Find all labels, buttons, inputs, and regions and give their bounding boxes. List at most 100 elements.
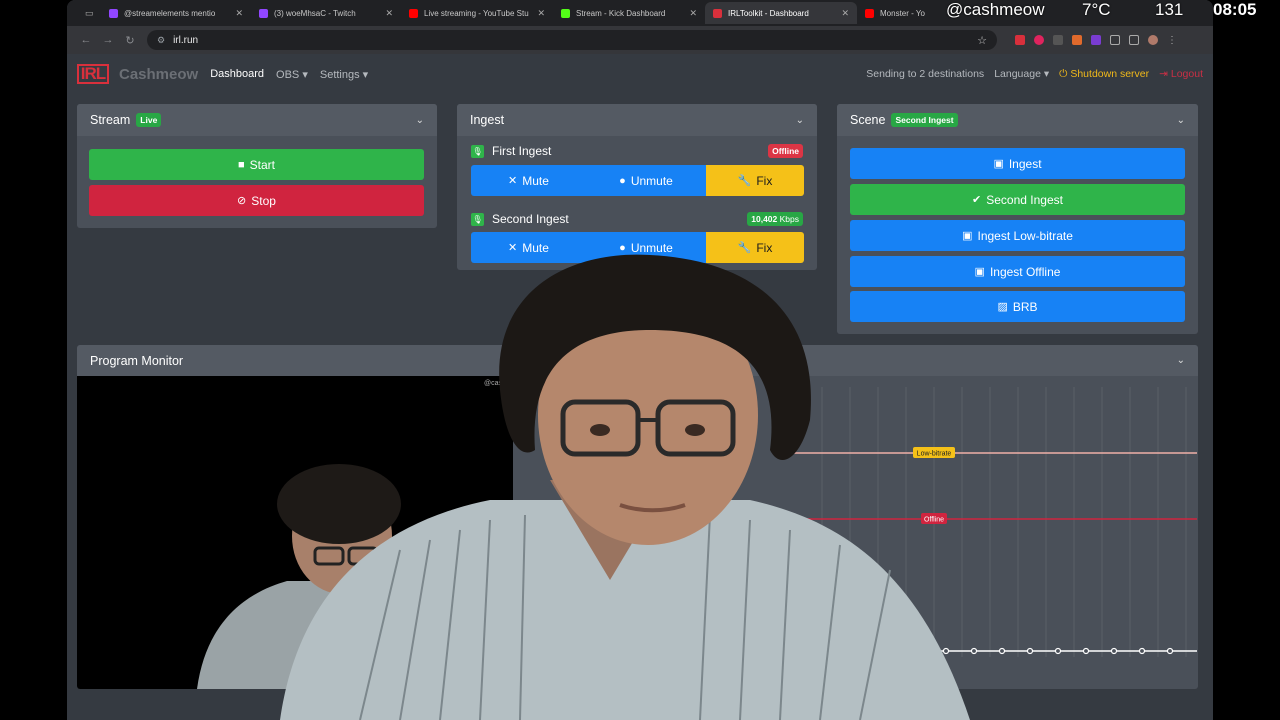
wrench-icon: 🔧 [737, 175, 752, 187]
tab-youtube[interactable]: Live streaming - YouTube Stu ✕ [401, 2, 553, 24]
overlay-temperature: 7°C [1082, 0, 1111, 19]
scene-label: BRB [1012, 299, 1038, 314]
ingest-name: Second Ingest [492, 212, 569, 226]
start-button[interactable]: ■ Start [89, 149, 424, 180]
video-slash-icon: ⊘ [237, 195, 247, 207]
scene-label: Second Ingest [986, 192, 1063, 207]
chevron-down-icon[interactable]: ⌄ [1177, 115, 1185, 126]
navbar: IRL Cashmeow Dashboard OBS ▾ Settings ▾ … [67, 54, 1213, 94]
status-badge: Live [136, 113, 162, 127]
close-icon[interactable]: ✕ [377, 8, 393, 19]
shutdown-label: Shutdown server [1070, 67, 1150, 80]
extension-icon[interactable] [1015, 35, 1025, 45]
stream-card-header[interactable]: Stream Live ⌄ [77, 104, 437, 136]
caret-down-icon: ▾ [302, 68, 308, 81]
scene-button-second-ingest[interactable]: ✔ Second Ingest [850, 184, 1185, 215]
nav-settings[interactable]: Settings ▾ [320, 68, 368, 81]
tab-title: (3) woeMhsaC - Twitch [274, 8, 356, 18]
robot-icon: ▣ [993, 158, 1004, 170]
extension-icon[interactable] [1053, 35, 1063, 45]
bitrate-value: 10,402 [751, 214, 778, 224]
card-title: Stream [90, 113, 131, 127]
nav-obs[interactable]: OBS ▾ [276, 68, 308, 81]
nav-dashboard[interactable]: Dashboard [210, 68, 264, 80]
tab-group-icon[interactable]: ▭ [77, 2, 101, 24]
menu-kebab-icon[interactable]: ⋮ [1167, 35, 1177, 46]
scene-label: Ingest Low-bitrate [977, 228, 1073, 243]
webcam-person-image [280, 254, 970, 720]
ingest-card: Ingest ⌄ 🎙 First Ingest Offline ✕ Mute ● U… [457, 104, 817, 270]
navbar-right: Sending to 2 destinations Language ▾ ⏻ S… [866, 68, 1203, 81]
close-icon[interactable]: ✕ [529, 8, 545, 19]
reload-icon[interactable]: ↻ [119, 34, 141, 47]
power-icon: ⏻ [1059, 67, 1068, 80]
robot-icon: ▣ [962, 230, 973, 242]
language-label: Language [994, 68, 1041, 80]
close-icon[interactable]: ✕ [227, 8, 243, 19]
logout-icon: ⇥ [1159, 68, 1168, 80]
card-title: Program Monitor [90, 353, 184, 368]
language-dropdown[interactable]: Language ▾ [994, 68, 1049, 80]
twitch-icon [259, 8, 268, 18]
irltoolkit-icon [713, 8, 722, 18]
back-icon[interactable]: ← [75, 34, 97, 46]
scene-label: Ingest [1008, 156, 1042, 171]
fix-label: Fix [756, 173, 773, 188]
extension-icon[interactable] [1072, 35, 1082, 45]
close-icon[interactable]: ✕ [681, 8, 697, 19]
close-icon[interactable]: ✕ [833, 8, 849, 19]
ingest-card-header[interactable]: Ingest ⌄ [457, 104, 817, 136]
chevron-down-icon[interactable]: ⌄ [416, 115, 424, 126]
tab-twitch[interactable]: (3) woeMhsaC - Twitch ✕ [251, 2, 401, 24]
ingest-name: First Ingest [492, 144, 552, 158]
chevron-down-icon[interactable]: ⌄ [1177, 355, 1185, 366]
caret-down-icon: ▾ [1043, 68, 1050, 80]
overlay-count: 131 [1155, 0, 1184, 19]
mute-button[interactable]: ✕ Mute [471, 165, 586, 196]
tab-title: Stream - Kick Dashboard [576, 8, 666, 18]
tab-streamelements[interactable]: @streamelements mentio ✕ [101, 2, 251, 24]
overlay-time: 08:05 [1213, 0, 1257, 19]
tab-irltoolkit[interactable]: IRLToolkit - Dashboard ✕ [705, 2, 857, 24]
scene-card-header[interactable]: Scene Second Ingest ⌄ [837, 104, 1198, 136]
stop-label: Stop [251, 193, 276, 208]
extensions-puzzle-icon[interactable] [1110, 35, 1120, 45]
extension-icon[interactable] [1034, 35, 1044, 45]
scene-button-ingest[interactable]: ▣ Ingest [850, 148, 1185, 179]
scene-label: Ingest Offline [989, 264, 1061, 279]
reading-list-icon[interactable] [1129, 35, 1139, 45]
ingest-bitrate-badge: 10,402 Kbps [747, 212, 803, 226]
tab-title: Monster - Yo [880, 8, 925, 18]
shutdown-button[interactable]: ⏻ Shutdown server [1059, 68, 1149, 81]
stop-button[interactable]: ⊘ Stop [89, 185, 424, 216]
brand-name[interactable]: Cashmeow [119, 66, 198, 83]
extension-icon[interactable] [1091, 35, 1101, 45]
irl-logo[interactable]: IRL [77, 64, 109, 84]
scene-button-ingest-low-bitrate[interactable]: ▣ Ingest Low-bitrate [850, 220, 1185, 251]
forward-icon[interactable]: → [97, 34, 119, 46]
nav-settings-label: Settings [319, 68, 360, 81]
site-info-icon[interactable]: ⚙ [157, 35, 165, 46]
microphone-icon: 🎙 [471, 144, 484, 158]
twitch-icon [109, 8, 118, 18]
mute-label: Mute [522, 173, 549, 188]
stream-card: Stream Live ⌄ ■ Start ⊘ Stop [77, 104, 437, 228]
logout-button[interactable]: ⇥ Logout [1159, 68, 1203, 80]
unmute-button[interactable]: ● Unmute [586, 165, 706, 196]
tab-monster[interactable]: Monster - Yo [857, 2, 947, 24]
microphone-icon: 🎙 [471, 212, 484, 226]
tab-kick[interactable]: Stream - Kick Dashboard ✕ [553, 2, 705, 24]
card-title: Scene [850, 113, 886, 127]
ingest-status-badge: Offline [768, 144, 803, 158]
chevron-down-icon[interactable]: ⌄ [796, 115, 804, 126]
profile-avatar[interactable] [1148, 35, 1158, 45]
caret-down-icon: ▾ [362, 68, 369, 81]
active-scene-badge: Second Ingest [891, 113, 958, 127]
video-camera-icon: ■ [238, 158, 245, 171]
unmute-label: Unmute [630, 173, 673, 188]
fix-button[interactable]: 🔧 Fix [706, 165, 804, 196]
ingest-row-second: 🎙 Second Ingest 10,402 Kbps [471, 209, 803, 229]
overlay-username: @cashmeow [946, 0, 1045, 19]
bookmark-star-icon[interactable]: ☆ [977, 34, 987, 47]
address-bar[interactable]: ⚙ irl.run ☆ [147, 30, 997, 50]
